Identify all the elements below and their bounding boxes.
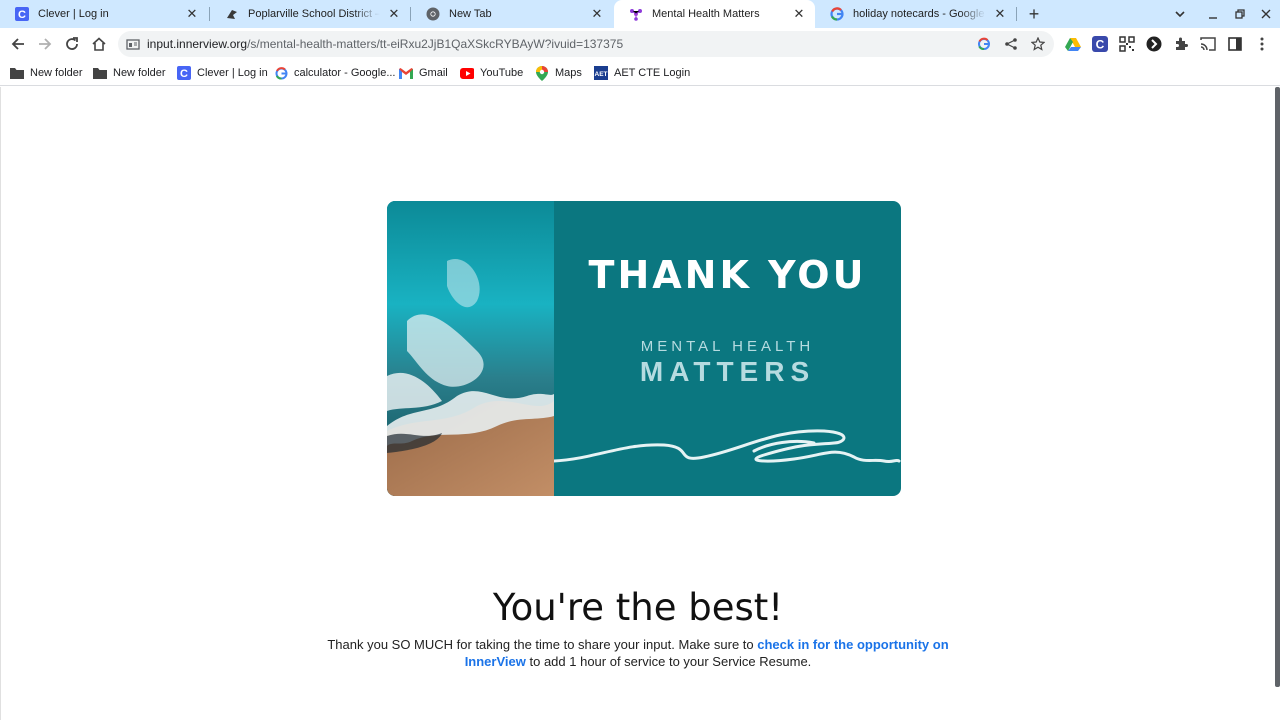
- tab-strip: C Clever | Log in ✕ Poplarville School D…: [0, 0, 1280, 28]
- tab-poplarville[interactable]: Poplarville School District – Wh ✕: [210, 0, 410, 28]
- brand-line-2: MATTERS: [639, 356, 816, 387]
- district-icon: [224, 6, 240, 22]
- close-window-button[interactable]: [1256, 4, 1276, 24]
- back-button[interactable]: [6, 32, 30, 56]
- site-info-icon[interactable]: [126, 37, 140, 51]
- address-bar[interactable]: input.innerview.org/s/mental-health-matt…: [118, 31, 1054, 57]
- url-text[interactable]: input.innerview.org/s/mental-health-matt…: [147, 37, 623, 51]
- home-button[interactable]: [87, 32, 111, 56]
- bookmark-new-folder-2[interactable]: New folder: [93, 64, 166, 82]
- clever-extension-icon[interactable]: C: [1092, 36, 1108, 52]
- folder-icon: [93, 66, 107, 80]
- bookmark-label: YouTube: [480, 67, 524, 79]
- brand-line-1: MENTAL HEALTH: [640, 338, 815, 355]
- youtube-icon: [460, 66, 474, 80]
- bookmark-label: Clever | Log in: [197, 67, 268, 79]
- innerview-icon: [628, 6, 644, 22]
- ocean-wave-photo: [387, 201, 554, 496]
- tab-separator: [1016, 7, 1017, 21]
- svg-text:C: C: [18, 9, 26, 21]
- close-icon[interactable]: ✕: [184, 6, 200, 22]
- thank-you-card-image: THANK YOU MENTAL HEALTH MATTERS: [387, 201, 901, 496]
- bookmark-maps[interactable]: Maps: [535, 64, 582, 82]
- tab-title: Poplarville School District – Wh: [248, 8, 380, 20]
- bookmark-calculator[interactable]: calculator - Google...: [274, 64, 396, 82]
- restore-button[interactable]: [1230, 4, 1250, 24]
- close-icon[interactable]: ✕: [791, 6, 807, 22]
- svg-text:C: C: [1096, 38, 1105, 52]
- minimize-button[interactable]: [1203, 4, 1223, 24]
- bookmark-new-folder-1[interactable]: New folder: [10, 64, 83, 82]
- tab-new-tab[interactable]: New Tab ✕: [411, 0, 613, 28]
- reload-button[interactable]: [60, 32, 84, 56]
- new-tab-button[interactable]: +: [1024, 4, 1044, 24]
- message-text-after: to add 1 hour of service to your Service…: [525, 654, 812, 669]
- google-lens-icon[interactable]: [976, 36, 992, 52]
- tab-title: Clever | Log in: [38, 8, 109, 20]
- extensions-puzzle-icon[interactable]: [1173, 36, 1189, 52]
- svg-text:AET: AET: [595, 71, 608, 78]
- bookmark-gmail[interactable]: Gmail: [399, 64, 448, 82]
- tab-mental-health-matters[interactable]: Mental Health Matters ✕: [614, 0, 815, 28]
- bookmark-label: AET CTE Login: [614, 67, 691, 79]
- qr-code-icon[interactable]: [1119, 36, 1135, 52]
- tab-clever[interactable]: C Clever | Log in ✕: [0, 0, 208, 28]
- thank-you-message: Thank you SO MUCH for taking the time to…: [320, 636, 956, 670]
- folder-icon: [10, 66, 24, 80]
- tab-title: New Tab: [449, 8, 492, 20]
- bookmark-label: Gmail: [419, 67, 448, 79]
- back-arrow-icon: [11, 38, 24, 50]
- cast-icon[interactable]: [1200, 36, 1216, 52]
- clever-icon: C: [14, 6, 30, 22]
- reload-icon: [66, 37, 78, 50]
- browser-toolbar: input.innerview.org/s/mental-health-matt…: [0, 28, 1280, 60]
- forward-arrow-icon: [39, 38, 52, 50]
- google-icon: [829, 6, 845, 22]
- maps-icon: [535, 65, 549, 81]
- bookmark-youtube[interactable]: YouTube: [460, 64, 523, 82]
- share-icon[interactable]: [1003, 36, 1019, 52]
- message-text-before: Thank you SO MUCH for taking the time to…: [327, 637, 758, 652]
- chrome-icon: [425, 6, 441, 22]
- page-headline: You're the best!: [492, 586, 784, 629]
- extension-circle-icon[interactable]: [1146, 36, 1162, 52]
- svg-text:C: C: [180, 68, 188, 80]
- clever-icon: C: [177, 66, 191, 80]
- tab-search-button[interactable]: [1170, 4, 1190, 24]
- bookmark-label: calculator - Google...: [294, 67, 396, 79]
- close-icon[interactable]: ✕: [589, 6, 605, 22]
- google-icon: [274, 66, 288, 80]
- home-icon: [92, 37, 106, 51]
- bookmark-label: New folder: [30, 67, 83, 79]
- more-menu-icon[interactable]: [1254, 36, 1270, 52]
- bookmark-aet-cte[interactable]: AET AET CTE Login: [594, 64, 690, 82]
- tab-holiday-notecards[interactable]: holiday notecards - Google Sea ✕: [815, 0, 1016, 28]
- bookmark-label: Maps: [555, 67, 582, 79]
- google-drive-icon[interactable]: [1065, 36, 1081, 52]
- tab-title: holiday notecards - Google Sea: [853, 8, 986, 20]
- close-icon[interactable]: ✕: [386, 6, 402, 22]
- bookmark-clever[interactable]: C Clever | Log in: [177, 64, 268, 82]
- bookmark-label: New folder: [113, 67, 166, 79]
- wave-decoration: [554, 429, 901, 464]
- close-icon[interactable]: ✕: [992, 6, 1008, 22]
- aet-icon: AET: [594, 66, 608, 80]
- gmail-icon: [399, 66, 413, 80]
- url-path: /s/mental-health-matters/tt-eiRxu2JjB1Qa…: [247, 37, 624, 51]
- thank-you-heading: THANK YOU: [588, 253, 867, 297]
- bookmark-star-icon[interactable]: [1030, 36, 1046, 52]
- tab-title: Mental Health Matters: [652, 8, 760, 20]
- url-host: input.innerview.org: [147, 37, 248, 51]
- side-panel-icon[interactable]: [1227, 36, 1243, 52]
- bookmarks-bar: New folder New folder C Clever | Log in …: [0, 60, 1280, 86]
- forward-button[interactable]: [33, 32, 57, 56]
